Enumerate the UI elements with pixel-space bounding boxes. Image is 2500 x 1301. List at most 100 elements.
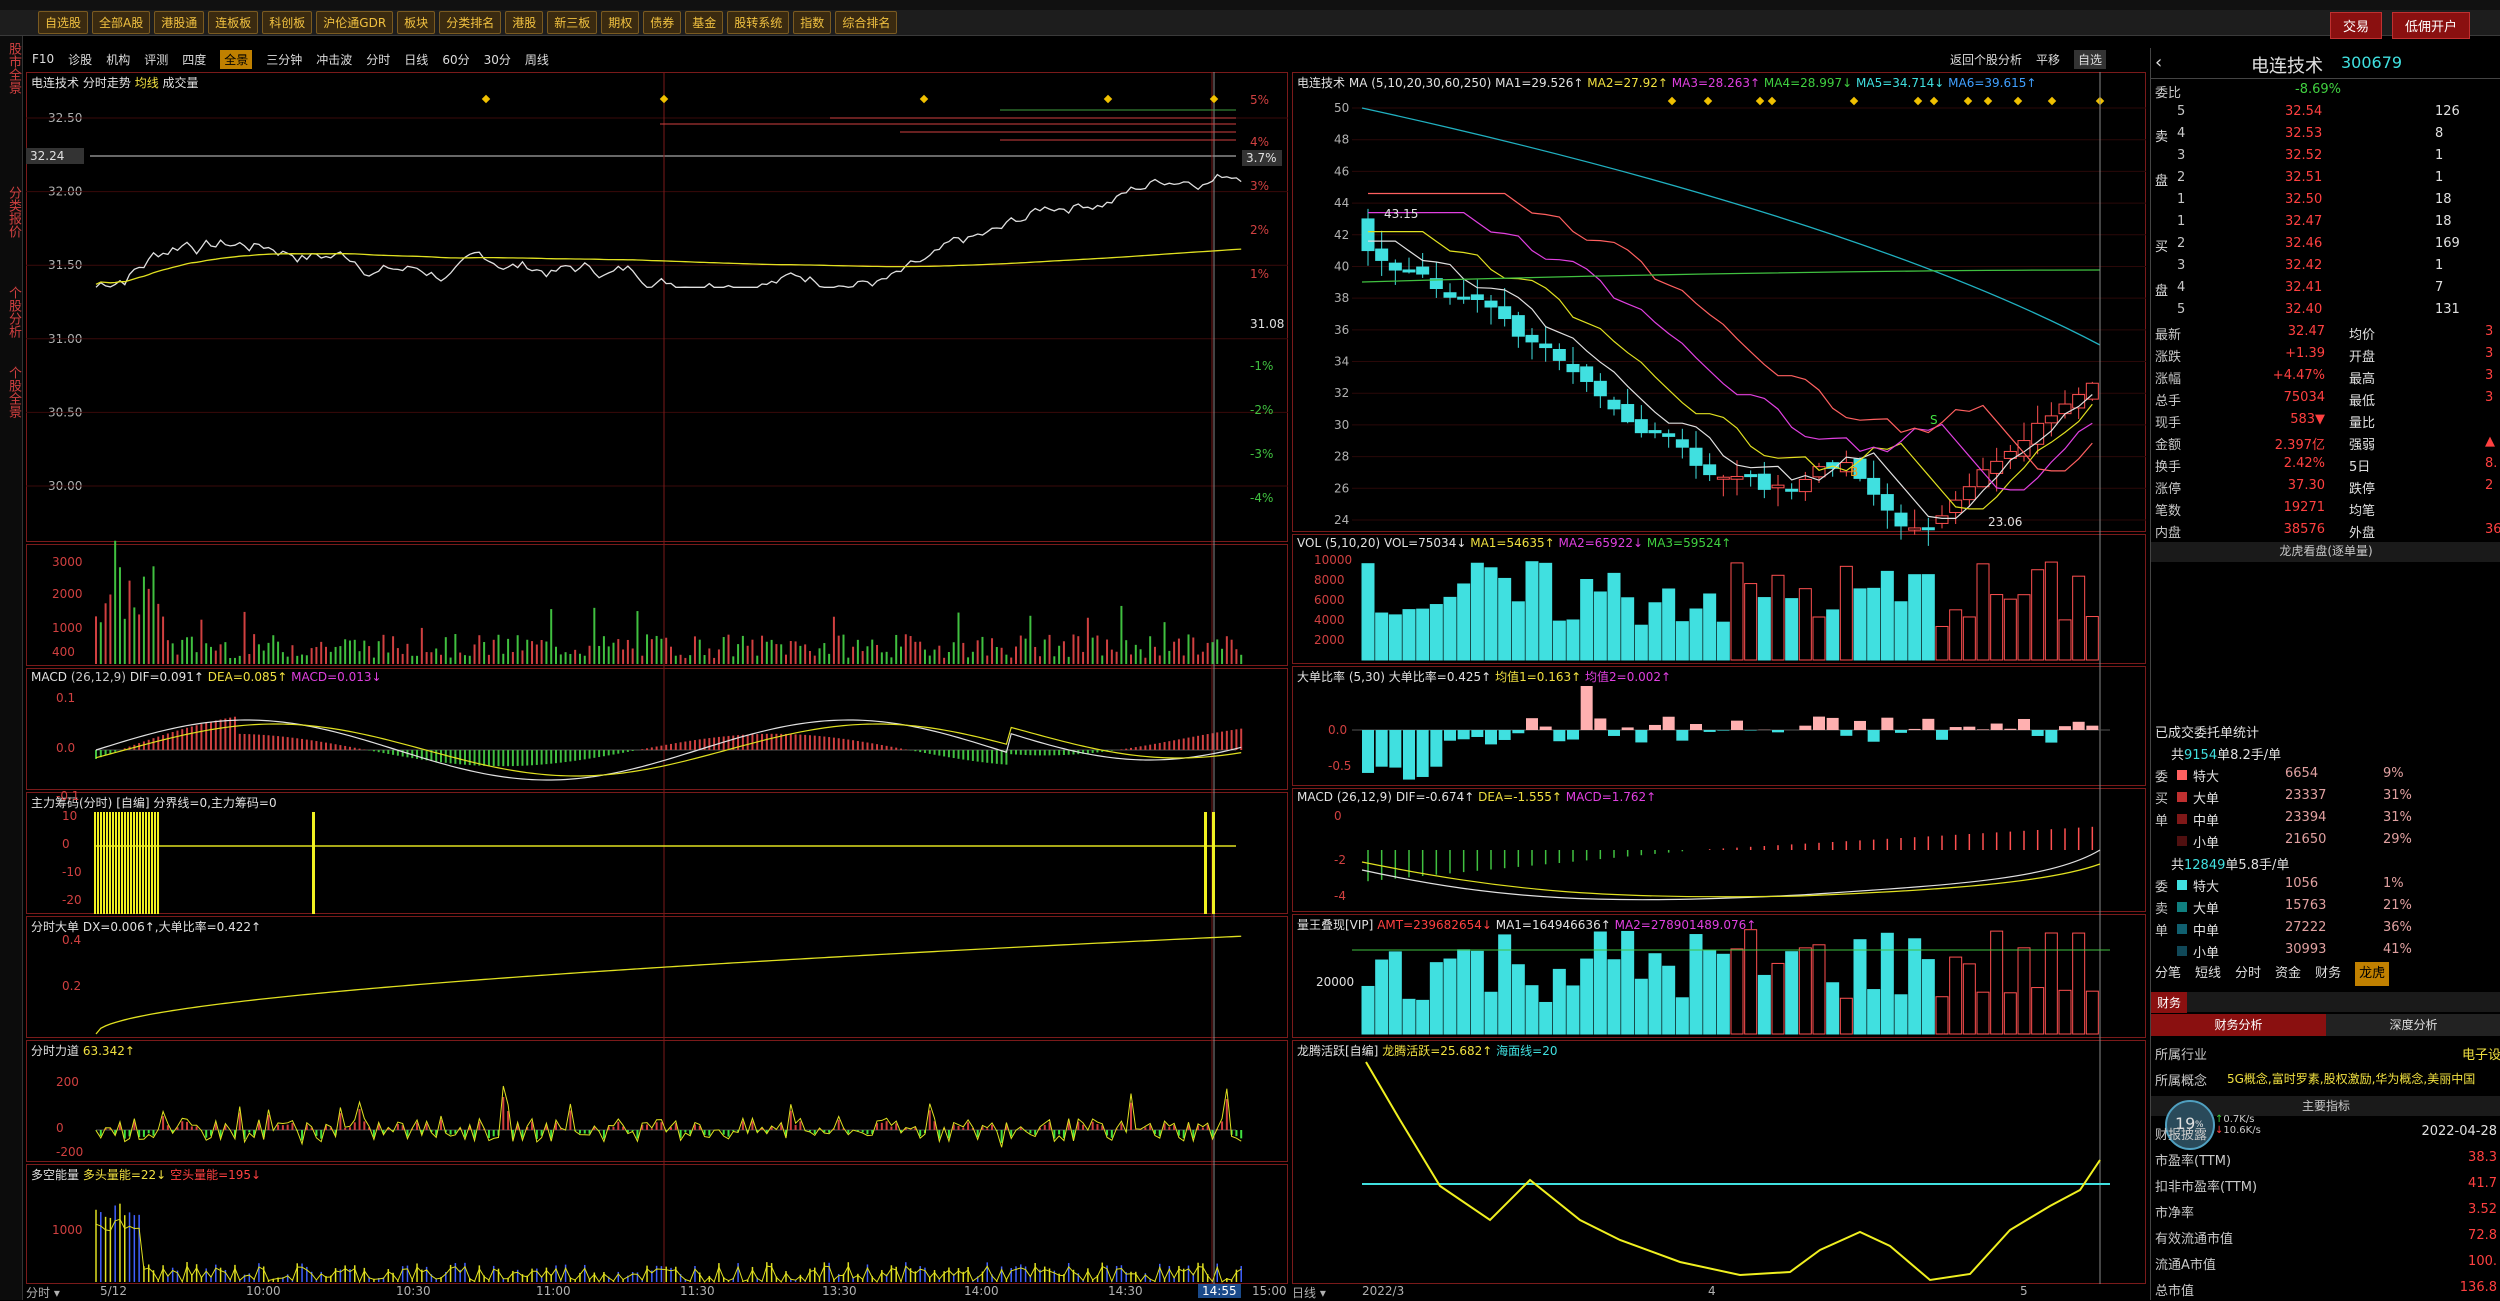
sell-level-5[interactable]: 532.54126	[2155, 104, 2500, 124]
kline-candle	[1403, 270, 1415, 272]
ddbl-bar	[2045, 730, 2057, 743]
sell-level-2[interactable]: 232.511	[2155, 170, 2500, 190]
kvol-bar	[1690, 609, 1702, 660]
lwjx-bar	[1881, 933, 1893, 1034]
lwjx-bar	[1950, 957, 1962, 1034]
lwjx-bar	[2004, 993, 2016, 1034]
ddbl-bar	[1704, 730, 1716, 732]
sell-signal-label: S	[1930, 413, 1938, 427]
kvol-bar	[1786, 599, 1798, 660]
sell-level-3[interactable]: 332.521	[2155, 148, 2500, 168]
lwjx-bar	[1758, 975, 1770, 1034]
side-tab-2[interactable]: 分时	[2235, 962, 2261, 986]
kvol-bar	[1499, 578, 1511, 660]
side-tab-4[interactable]: 财务	[2315, 962, 2341, 986]
kline-candle	[1936, 516, 1948, 524]
dd-tick-label: 0.2	[62, 979, 81, 993]
fin-subtabs: 财务分析 深度分析	[2151, 1014, 2500, 1036]
ddbl-bar	[1526, 718, 1538, 730]
kvol-bar	[1991, 595, 2003, 660]
ddbl-bar	[2032, 730, 2044, 736]
order-summary: 共12849单5.8手/单	[2171, 854, 2500, 874]
ddbl-bar	[1854, 721, 1866, 730]
sell-level-1[interactable]: 132.5018	[2155, 192, 2500, 212]
kline-candle	[1362, 219, 1374, 251]
side-tab-5[interactable]: 龙虎	[2355, 962, 2389, 986]
kline-candle	[2045, 416, 2057, 423]
kline-price-tick: 38	[1334, 291, 1349, 305]
ddbl-bar	[1540, 727, 1552, 730]
weibi-row: 委比 -8.69%	[2155, 82, 2500, 102]
lwjx-bar	[1799, 948, 1811, 1034]
quote-row: 内盘38576外盘36	[2155, 522, 2500, 542]
kline-event-marker	[1850, 97, 1858, 105]
buy-level-1[interactable]: 132.4718	[2155, 214, 2500, 234]
ld-tick-label: 0	[56, 1121, 64, 1135]
kline-candle	[1881, 495, 1893, 511]
kline-candle	[1485, 301, 1497, 307]
kline-candle	[2032, 423, 2044, 444]
lwjx-bar	[1567, 986, 1579, 1034]
ddbl-bar	[1362, 730, 1374, 773]
kvol-bar	[1799, 589, 1811, 660]
kvol-bar	[1813, 617, 1825, 660]
fin-row: 有效流通市值72.8	[2155, 1228, 2500, 1248]
lwjx-bar	[1922, 960, 1934, 1034]
kline-candle	[1963, 487, 1975, 500]
kvol-bar	[1676, 622, 1688, 660]
lwjx-bar	[1813, 945, 1825, 1034]
pan-tag: 盘	[2155, 280, 2168, 299]
kline-candle	[1594, 381, 1606, 395]
kvol-bar	[1963, 617, 1975, 660]
side-tab-3[interactable]: 资金	[2275, 962, 2301, 986]
zlcm-bar	[97, 812, 99, 914]
lwjx-bar	[1581, 959, 1593, 1034]
deep-analysis-tab[interactable]: 深度分析	[2326, 1014, 2500, 1036]
kline-event-marker	[1704, 97, 1712, 105]
kvol-bar	[1936, 626, 1948, 660]
kvol-bar	[1417, 609, 1429, 660]
kvol-bar	[1540, 563, 1552, 660]
lwjx-bar	[1786, 952, 1798, 1034]
back-chevron-icon[interactable]: ‹	[2155, 52, 2162, 73]
quote-row: 涨跌+1.39开盘3	[2155, 346, 2500, 366]
order-stat-row: 小单3099341%	[2155, 942, 2500, 962]
lwjx-bar	[1649, 954, 1661, 1034]
kvol-bar	[1471, 563, 1483, 660]
ddbl-bar	[1799, 726, 1811, 730]
side-tab-0[interactable]: 分笔	[2155, 962, 2181, 986]
ddbl-bar	[1635, 730, 1647, 742]
kline-candle	[1526, 335, 1538, 342]
buy-level-3[interactable]: 332.421	[2155, 258, 2500, 278]
kvol-bar	[1772, 575, 1784, 660]
ddbl-bar	[1881, 718, 1893, 730]
lwjx-bar	[1430, 963, 1442, 1034]
pct-tick-down: -4%	[1250, 491, 1273, 505]
kline-candle	[1786, 489, 1798, 491]
kvol-bar	[1881, 571, 1893, 660]
sell-level-4[interactable]: 432.538	[2155, 126, 2500, 146]
side-tab-1[interactable]: 短线	[2195, 962, 2221, 986]
kline-event-marker	[1668, 97, 1676, 105]
buy-level-5[interactable]: 532.40131	[2155, 302, 2500, 322]
lwjx-bar	[1963, 964, 1975, 1034]
zlcm-bar	[151, 812, 153, 914]
ddbl-bar	[1840, 730, 1852, 736]
kline-candle	[1922, 528, 1934, 530]
fin-analysis-tab[interactable]: 财务分析	[2151, 1014, 2326, 1036]
buy-level-4[interactable]: 432.417	[2155, 280, 2500, 300]
fin-tab[interactable]: 财务	[2151, 992, 2187, 1013]
kvol-bar	[1950, 610, 1962, 660]
kline-event-marker	[1984, 97, 1992, 105]
buy-level-2[interactable]: 232.46169	[2155, 236, 2500, 256]
kvol-tick-label: 4000	[1314, 613, 1345, 627]
lwjx-bar	[1622, 931, 1634, 1034]
ddbl-bar	[1622, 727, 1634, 730]
kvol-bar	[1567, 620, 1579, 660]
quote-row: 涨幅+4.47%最高3	[2155, 368, 2500, 388]
quote-row: 换手2.42%5日8.	[2155, 456, 2500, 476]
kvol-bar	[1444, 597, 1456, 660]
lwjx-tick-label: 20000	[1316, 975, 1354, 989]
event-marker	[920, 95, 928, 103]
lwjx-bar	[1936, 997, 1948, 1034]
